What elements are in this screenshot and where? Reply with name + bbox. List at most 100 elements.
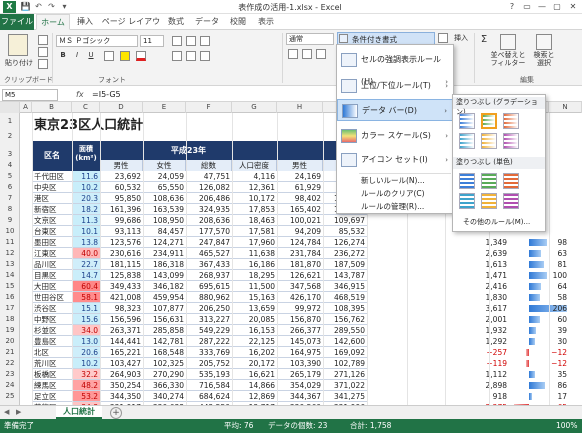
male-cell[interactable]: 344,350: [100, 391, 143, 402]
male2-cell[interactable]: 231,784: [277, 248, 323, 259]
diff-cell[interactable]: 2,001: [465, 314, 509, 325]
row-header[interactable]: 16: [0, 293, 20, 301]
total-cell[interactable]: 268,937: [186, 270, 232, 281]
total-cell[interactable]: 324,935: [186, 204, 232, 215]
density-cell[interactable]: 12,361: [232, 182, 277, 193]
male-cell[interactable]: 103,427: [100, 358, 143, 369]
databar-cell[interactable]: 17: [509, 391, 569, 402]
maximize-button[interactable]: ▢: [550, 1, 564, 13]
female2-cell[interactable]: 289,550: [323, 325, 367, 336]
female2-cell[interactable]: 468,519: [323, 292, 367, 303]
male2-cell[interactable]: 266,377: [277, 325, 323, 336]
male-cell[interactable]: 181,115: [100, 259, 143, 270]
zoom-level[interactable]: 100%: [556, 419, 577, 433]
align-right-icon[interactable]: [200, 51, 210, 61]
insert-cells-icon[interactable]: [438, 33, 448, 43]
row-header[interactable]: 2: [0, 132, 20, 140]
redo-icon[interactable]: ↷: [46, 2, 57, 12]
male2-cell[interactable]: 94,209: [277, 226, 323, 237]
find-select-icon[interactable]: [536, 34, 552, 50]
area-cell[interactable]: 20.6: [72, 347, 100, 358]
male2-cell[interactable]: 124,784: [277, 237, 323, 248]
solid-databar-swatch[interactable]: [459, 173, 475, 189]
density-cell[interactable]: 18,295: [232, 270, 277, 281]
area-cell[interactable]: 48.2: [72, 380, 100, 391]
save-icon[interactable]: 💾: [20, 2, 31, 12]
female2-cell[interactable]: 85,532: [323, 226, 367, 237]
align-bottom-icon[interactable]: [200, 36, 210, 46]
area-cell[interactable]: 34.0: [72, 325, 100, 336]
ward-cell[interactable]: 江東区: [32, 248, 72, 259]
ward-cell[interactable]: 台東区: [32, 226, 72, 237]
total-cell[interactable]: 880,962: [186, 292, 232, 303]
male-cell[interactable]: 156,596: [100, 314, 143, 325]
help-button[interactable]: ?: [505, 1, 519, 13]
density-cell[interactable]: 15,163: [232, 292, 277, 303]
male-cell[interactable]: 144,441: [100, 336, 143, 347]
row-header[interactable]: 14: [0, 271, 20, 279]
female-cell[interactable]: 108,636: [143, 193, 186, 204]
male-cell[interactable]: 123,576: [100, 237, 143, 248]
total-cell[interactable]: 126,082: [186, 182, 232, 193]
ward-cell[interactable]: 品川区: [32, 259, 72, 270]
databar-cell[interactable]: 60: [509, 314, 569, 325]
ward-cell[interactable]: 板橋区: [32, 369, 72, 380]
female-cell[interactable]: 65,550: [143, 182, 186, 193]
female-cell[interactable]: 108,950: [143, 215, 186, 226]
databar-cell[interactable]: 98: [509, 237, 569, 248]
female2-cell[interactable]: 371,022: [323, 380, 367, 391]
insert-cells-button[interactable]: 挿入: [451, 33, 471, 43]
column-header[interactable]: D: [100, 102, 143, 113]
ward-cell[interactable]: 中央区: [32, 182, 72, 193]
female-cell[interactable]: 124,271: [143, 237, 186, 248]
female-cell[interactable]: 156,631: [143, 314, 186, 325]
male-cell[interactable]: 230,616: [100, 248, 143, 259]
male-cell[interactable]: 161,396: [100, 204, 143, 215]
row-header[interactable]: 9: [0, 216, 20, 224]
tab-formulas[interactable]: 数式: [164, 14, 188, 30]
area-cell[interactable]: 11.6: [72, 171, 100, 182]
row-header[interactable]: 15: [0, 282, 20, 290]
ward-cell[interactable]: 文京区: [32, 215, 72, 226]
male2-cell[interactable]: 265,179: [277, 369, 323, 380]
female-cell[interactable]: 459,954: [143, 292, 186, 303]
column-header[interactable]: N: [549, 102, 582, 113]
female-cell[interactable]: 168,548: [143, 347, 186, 358]
density-cell[interactable]: 17,581: [232, 226, 277, 237]
area-cell[interactable]: 15.6: [72, 314, 100, 325]
diff-cell[interactable]: 1,613: [465, 259, 509, 270]
copy-icon[interactable]: [38, 47, 48, 57]
male-cell[interactable]: 349,433: [100, 281, 143, 292]
underline-button[interactable]: U: [86, 51, 96, 59]
databar-cell[interactable]: −12: [509, 347, 569, 358]
diff-cell[interactable]: −257: [465, 347, 509, 358]
menu-item-color-scale[interactable]: カラー スケール(S) ›: [337, 125, 453, 147]
male2-cell[interactable]: 145,073: [277, 336, 323, 347]
male2-cell[interactable]: 165,402: [277, 204, 323, 215]
female2-cell[interactable]: 102,789: [323, 358, 367, 369]
female-cell[interactable]: 24,059: [143, 171, 186, 182]
female2-cell[interactable]: 341,275: [323, 391, 367, 402]
column-header[interactable]: B: [32, 102, 72, 113]
male-cell[interactable]: 93,113: [100, 226, 143, 237]
align-middle-icon[interactable]: [186, 36, 196, 46]
female-cell[interactable]: 142,781: [143, 336, 186, 347]
column-header[interactable]: E: [143, 102, 186, 113]
area-cell[interactable]: 53.2: [72, 391, 100, 402]
total-cell[interactable]: 205,752: [186, 358, 232, 369]
row-header[interactable]: 1: [0, 117, 20, 125]
row-header[interactable]: 20: [0, 337, 20, 345]
female2-cell[interactable]: 108,395: [323, 303, 367, 314]
male-cell[interactable]: 165,221: [100, 347, 143, 358]
fx-icon[interactable]: fx: [76, 90, 84, 99]
tab-review[interactable]: 校閲: [226, 14, 250, 30]
density-cell[interactable]: 11,500: [232, 281, 277, 292]
female2-cell[interactable]: 142,600: [323, 336, 367, 347]
menu-item-top-bottom-rules[interactable]: 上位/下位ルール(T) ›: [337, 75, 453, 97]
font-name-select[interactable]: ＭＳ Ｐゴシック: [56, 35, 138, 47]
solid-databar-swatch[interactable]: [481, 173, 497, 189]
font-color-icon[interactable]: [136, 51, 146, 61]
solid-databar-swatch[interactable]: [503, 193, 519, 209]
row-header[interactable]: 8: [0, 205, 20, 213]
density-cell[interactable]: 20,172: [232, 358, 277, 369]
